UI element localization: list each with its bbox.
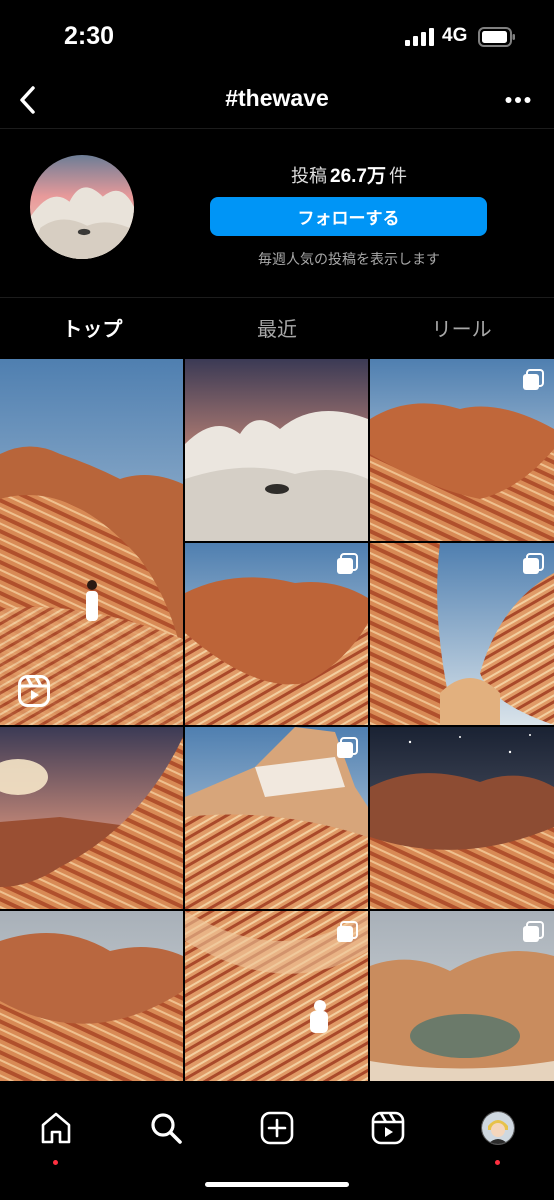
grid-post-9[interactable] [0,911,183,1081]
post-count: 投稿 26.7万件 [210,161,488,188]
post-image [185,359,368,541]
hashtag-avatar [30,155,134,259]
multiple-posts-icon [336,737,358,759]
multiple-posts-icon [336,553,358,575]
grid-post-5[interactable] [370,543,554,725]
create-icon [260,1111,294,1145]
search-icon [151,1113,182,1144]
top-bar: #thewave [0,72,554,129]
page-title: #thewave [225,85,329,111]
multiple-posts-icon [336,921,358,943]
grid-post-8[interactable] [370,727,554,909]
multiple-posts-icon [522,921,544,943]
nav-create[interactable] [249,1100,305,1156]
tab-top[interactable]: トップ [0,298,185,356]
grid-post-11[interactable] [370,911,554,1081]
home-notification-dot [53,1160,58,1165]
follow-button[interactable]: フォローする [210,197,487,236]
post-grid [0,359,554,1081]
post-count-value: 26.7万 [330,166,386,187]
profile-avatar [481,1111,515,1145]
post-count-prefix: 投稿 [291,166,327,186]
network-type: 4G [442,25,468,46]
profile-notification-dot [495,1160,500,1165]
nav-home[interactable] [28,1100,84,1156]
nav-profile[interactable] [470,1100,526,1156]
multiple-posts-icon [522,553,544,575]
grid-post-7[interactable] [185,727,368,909]
hashtag-avatar-image [30,155,134,259]
grid-post-3[interactable] [370,359,554,541]
grid-post-4[interactable] [185,543,368,725]
tab-recent[interactable]: 最近 [185,298,370,356]
post-image [0,727,183,909]
more-horizontal-icon [505,97,531,103]
tab-reels[interactable]: リール [369,298,554,356]
nav-search[interactable] [138,1100,194,1156]
post-image [0,359,183,725]
post-image [0,911,183,1081]
grid-post-2[interactable] [185,359,368,541]
reels-icon [371,1111,405,1145]
post-count-suffix: 件 [388,166,407,186]
hashtag-info: 投稿 26.7万件 フォローする 毎週人気の投稿を表示します [0,129,554,298]
weekly-top-note: 毎週人気の投稿を表示します [258,251,440,267]
status-time: 2:30 [64,22,115,50]
battery-icon [478,27,515,47]
nav-reels[interactable] [360,1100,416,1156]
home-icon [41,1112,71,1144]
signal-icon [405,28,434,46]
grid-post-1[interactable] [0,359,183,725]
more-options-button[interactable] [498,82,538,118]
home-indicator [205,1182,349,1187]
post-image [370,727,554,909]
reels-icon [18,675,50,707]
multiple-posts-icon [522,369,544,391]
grid-post-6[interactable] [0,727,183,909]
grid-post-10[interactable] [185,911,368,1081]
status-bar: 2:30 4G [0,0,554,72]
feed-tabs: トップ 最近 リール [0,298,554,356]
